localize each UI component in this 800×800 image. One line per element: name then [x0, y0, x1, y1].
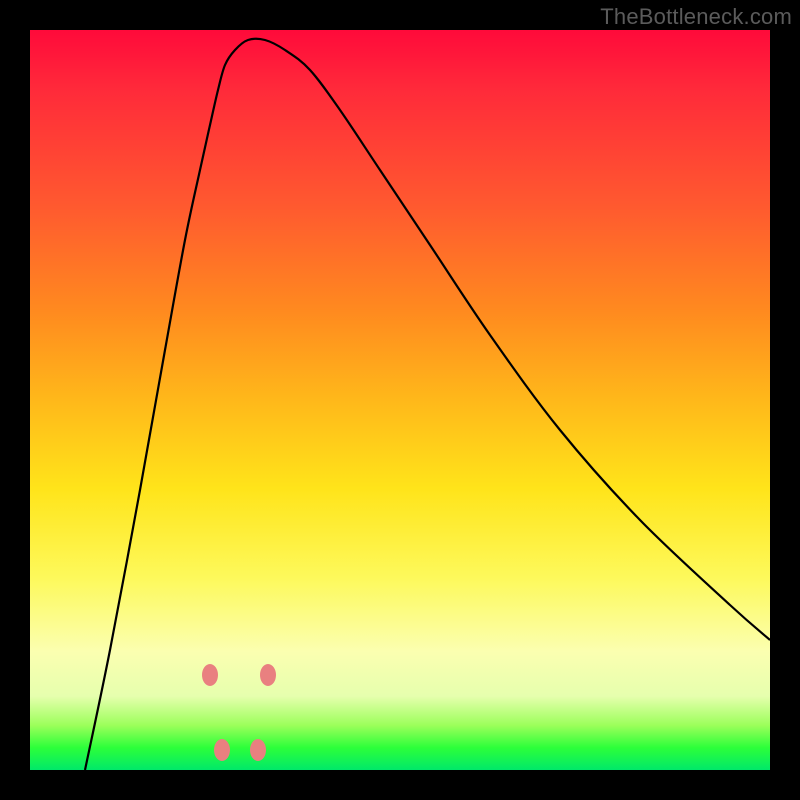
- curve-marker: [260, 664, 276, 686]
- curve-markers: [202, 664, 276, 761]
- watermark-text: TheBottleneck.com: [600, 4, 792, 30]
- curve-marker: [250, 739, 266, 761]
- chart-frame: [30, 30, 770, 770]
- curve-marker: [214, 739, 230, 761]
- curve-marker: [202, 664, 218, 686]
- curve-path: [85, 39, 770, 770]
- bottleneck-curve: [30, 30, 770, 770]
